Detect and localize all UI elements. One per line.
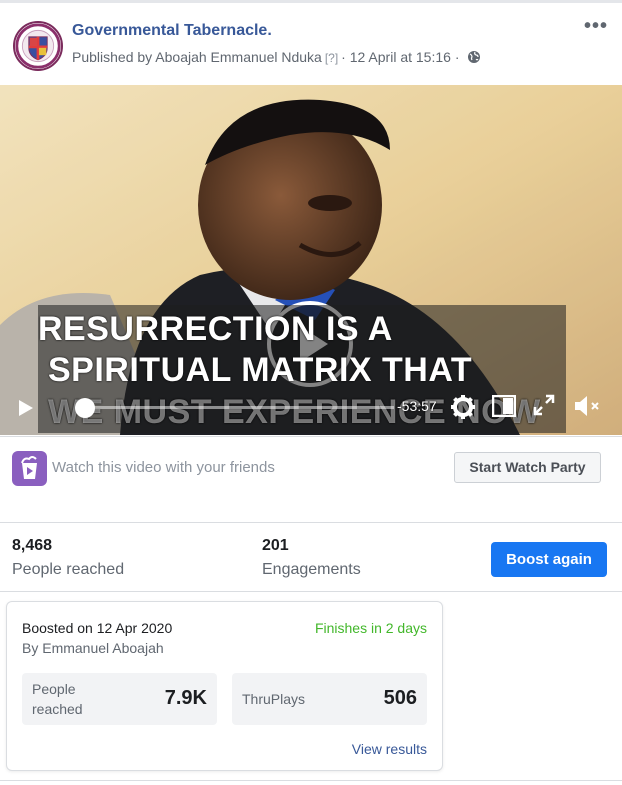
mute-icon[interactable] xyxy=(573,394,601,418)
progress-handle[interactable] xyxy=(75,398,95,418)
post-byline: Published by Aboajah Emmanuel Nduka [?] · … xyxy=(72,49,481,67)
page-avatar[interactable] xyxy=(13,21,63,71)
progress-bar[interactable] xyxy=(84,406,394,409)
more-options-icon[interactable]: ••• xyxy=(584,15,608,38)
engagements-label: Engagements xyxy=(262,561,361,578)
boost-card: Boosted on 12 Apr 2020 By Emmanuel Aboaj… xyxy=(6,601,443,771)
view-results-link[interactable]: View results xyxy=(352,741,427,757)
published-by-text: Published by Aboajah Emmanuel Nduka xyxy=(72,49,322,65)
metric-value: 506 xyxy=(383,687,417,709)
metric-people-reached: People reached 7.9K xyxy=(22,673,217,725)
crest-logo-icon xyxy=(15,23,61,69)
fullscreen-icon[interactable] xyxy=(533,394,555,416)
boosted-by: By Emmanuel Aboajah xyxy=(22,640,164,656)
help-marker[interactable]: [?] xyxy=(325,51,338,65)
separator: · xyxy=(454,49,460,65)
insights-summary: 8,468 People reached 201 Engagements Boo… xyxy=(0,524,622,592)
metric-thruplays: ThruPlays 506 xyxy=(232,673,427,725)
status-badge: Finishes in 2 days xyxy=(314,620,427,636)
engagements-value: 201 xyxy=(262,537,289,554)
post-header: Governmental Tabernacle. Published by Ab… xyxy=(0,3,622,85)
play-icon[interactable] xyxy=(16,398,36,418)
bottom-divider xyxy=(0,780,622,781)
people-reached-label: People reached xyxy=(12,561,125,578)
boosted-on-date: Boosted on 12 Apr 2020 xyxy=(22,620,173,636)
watch-party-row: Watch this video with your friends Start… xyxy=(0,436,622,523)
watch-party-icon xyxy=(12,451,47,486)
remaining-time: -53:57 xyxy=(397,398,437,414)
caption-line: SPIRITUAL MATRIX THAT xyxy=(48,351,473,389)
post-timestamp[interactable]: 12 April at 15:16 xyxy=(350,49,451,65)
separator: · xyxy=(341,49,346,65)
metric-label: reached xyxy=(32,701,83,717)
metric-value: 7.9K xyxy=(164,687,207,709)
metric-label: People xyxy=(32,681,76,697)
caption-line: RESURRECTION IS A xyxy=(38,310,393,348)
settings-icon[interactable] xyxy=(450,394,476,420)
globe-icon[interactable] xyxy=(467,50,481,67)
watch-party-prompt: Watch this video with your friends xyxy=(52,459,275,476)
picture-in-picture-icon[interactable] xyxy=(492,395,516,417)
start-watch-party-button[interactable]: Start Watch Party xyxy=(454,452,601,483)
page-name-link[interactable]: Governmental Tabernacle. xyxy=(72,22,272,40)
people-reached-value: 8,468 xyxy=(12,537,53,554)
metric-label: ThruPlays xyxy=(242,691,306,707)
boost-again-button[interactable]: Boost again xyxy=(491,542,607,577)
